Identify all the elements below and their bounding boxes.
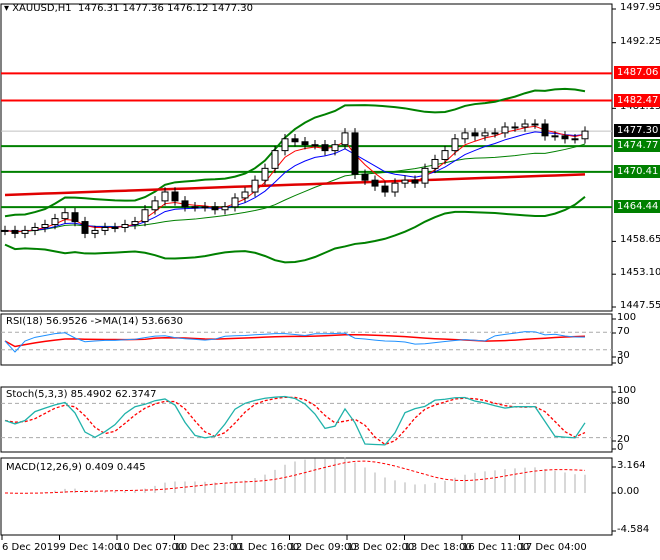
candle-body bbox=[301, 141, 309, 146]
candle-body bbox=[541, 123, 549, 137]
candle-body bbox=[531, 123, 539, 126]
candle-body bbox=[291, 138, 299, 143]
candle-body bbox=[41, 224, 49, 228]
ohlc-values: 1476.31 1477.36 1476.12 1477.30 bbox=[78, 3, 253, 14]
current-price-tag: 1477.30 bbox=[614, 124, 660, 138]
time-axis-label: 9 Dec 14:00 bbox=[59, 542, 121, 553]
price-scale-label: 1458.65 bbox=[620, 234, 660, 246]
price-scale-label: 1492.25 bbox=[620, 35, 660, 47]
candle-body bbox=[561, 135, 569, 140]
symbol-header: ▾ XAUUSD,H1 1476.31 1477.36 1476.12 1477… bbox=[4, 3, 253, 14]
candle-body bbox=[31, 226, 39, 231]
rsi-ma-line bbox=[4, 333, 586, 348]
candle-body bbox=[251, 179, 259, 193]
candle-body bbox=[331, 144, 339, 152]
time-axis-label: 6 Dec 2019 bbox=[2, 542, 60, 553]
candle-body bbox=[221, 206, 229, 211]
candle-body bbox=[551, 135, 559, 138]
candle-body bbox=[321, 144, 329, 152]
candle-body bbox=[101, 226, 109, 231]
rsi-line bbox=[4, 331, 586, 353]
candle-body bbox=[261, 167, 269, 181]
candle-body bbox=[451, 138, 459, 152]
indicator-scale-label: 100 bbox=[617, 385, 637, 396]
candle-body bbox=[231, 197, 239, 208]
candle-body bbox=[421, 167, 429, 184]
macd-title: MACD(12,26,9) 0.409 0.445 bbox=[6, 462, 146, 473]
candle-body bbox=[151, 200, 159, 211]
symbol-label: XAUUSD,H1 bbox=[12, 3, 72, 14]
level-tag: 1470.41 bbox=[614, 164, 660, 178]
candle-body bbox=[581, 130, 589, 140]
candle-body bbox=[491, 132, 499, 135]
candle-body bbox=[241, 191, 249, 199]
candle-body bbox=[431, 158, 439, 169]
candle-body bbox=[171, 191, 179, 202]
slow-moving-average bbox=[4, 173, 586, 197]
candle-body bbox=[391, 182, 399, 193]
candle-body bbox=[361, 173, 369, 181]
candle-body bbox=[381, 185, 389, 193]
candle-body bbox=[401, 179, 409, 184]
candle-body bbox=[61, 212, 69, 220]
candle-body bbox=[81, 221, 89, 234]
level-tag: 1474.77 bbox=[614, 139, 660, 153]
candle-body bbox=[91, 229, 99, 234]
candle-body bbox=[461, 132, 469, 140]
indicator-scale-label: 70 bbox=[617, 326, 630, 337]
price-scale-label: 1497.95 bbox=[620, 2, 660, 13]
level-tag: 1482.47 bbox=[614, 93, 660, 107]
candle-body bbox=[371, 179, 379, 187]
candle-body bbox=[21, 229, 29, 234]
stoch-title: Stoch(5,3,3) 85.4902 62.3747 bbox=[6, 389, 157, 400]
candle-body bbox=[11, 229, 19, 234]
bollinger-middle bbox=[4, 143, 586, 233]
candle-body bbox=[481, 132, 489, 137]
panel-frame-0 bbox=[0, 3, 613, 312]
price-scale-label: 1447.55 bbox=[620, 300, 660, 311]
candle-body bbox=[131, 221, 139, 226]
level-tag: 1464.44 bbox=[614, 200, 660, 214]
indicator-scale-label: 0.00 bbox=[617, 486, 640, 497]
candle-body bbox=[311, 144, 319, 147]
candle-body bbox=[471, 132, 479, 137]
candle-body bbox=[271, 150, 279, 169]
chart-window[interactable]: ▾ XAUUSD,H1 1476.31 1477.36 1476.12 1477… bbox=[0, 0, 660, 560]
candle-body bbox=[571, 138, 579, 141]
candle-body bbox=[1, 229, 9, 232]
candle-body bbox=[211, 206, 219, 211]
rsi-title: RSI(18) 56.9526 ->MA(14) 53.6630 bbox=[6, 316, 183, 327]
candle-body bbox=[121, 224, 129, 228]
price-scale-label: 1453.10 bbox=[620, 267, 660, 279]
indicator-scale-label: 100 bbox=[617, 312, 637, 323]
indicator-scale-label: 3.164 bbox=[617, 460, 646, 471]
candle-body bbox=[281, 138, 289, 152]
candle-body bbox=[501, 126, 509, 134]
level-tag: 1487.06 bbox=[614, 66, 660, 80]
chart-canvas[interactable] bbox=[0, 0, 660, 560]
candle-body bbox=[141, 209, 149, 223]
candle-body bbox=[411, 179, 419, 184]
candle-body bbox=[341, 132, 349, 146]
time-axis-label: 17 Dec 04:00 bbox=[519, 542, 587, 553]
candle-body bbox=[441, 150, 449, 160]
indicator-scale-label: 80 bbox=[617, 396, 630, 407]
candle-body bbox=[191, 206, 199, 209]
candle-body bbox=[161, 191, 169, 202]
candle-body bbox=[71, 212, 79, 223]
bollinger-upper bbox=[4, 87, 586, 218]
candle-body bbox=[181, 200, 189, 208]
candle-body bbox=[201, 206, 209, 209]
candle-body bbox=[521, 123, 529, 128]
indicator-scale-label: -4.584 bbox=[617, 524, 650, 535]
candle-body bbox=[51, 218, 59, 226]
candle-body bbox=[511, 126, 519, 129]
indicator-scale-label: 0 bbox=[617, 442, 624, 453]
indicator-scale-label: 0 bbox=[617, 356, 624, 367]
candle-body bbox=[351, 132, 359, 175]
candle-body bbox=[111, 226, 119, 229]
